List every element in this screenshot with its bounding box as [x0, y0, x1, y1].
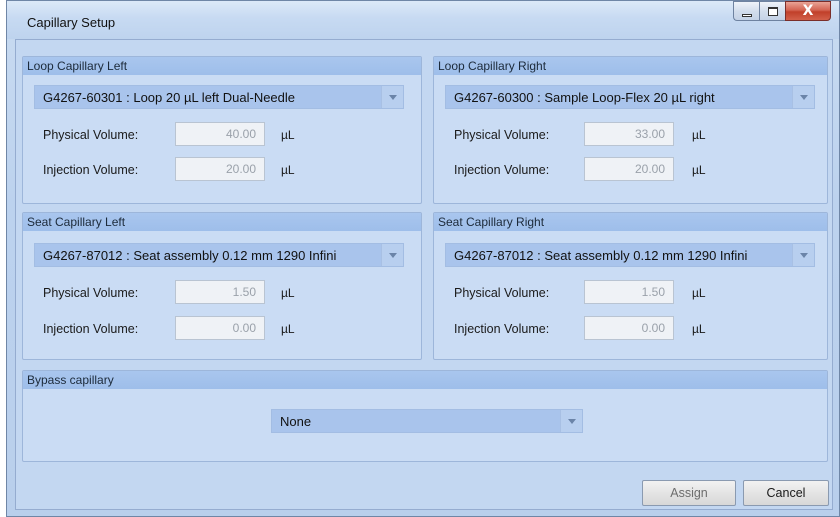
physical-volume-label: Physical Volume:	[454, 286, 550, 300]
combo-value: G4267-60300 : Sample Loop-Flex 20 µL rig…	[454, 89, 715, 105]
unit-label: µL	[281, 128, 295, 142]
close-button[interactable]: X	[785, 1, 831, 21]
unit-label: µL	[692, 286, 706, 300]
unit-label: µL	[692, 322, 706, 336]
physical-volume-field: 1.50	[175, 280, 265, 304]
injection-volume-label: Injection Volume:	[43, 163, 139, 177]
dropdown-arrow-icon[interactable]	[381, 86, 403, 108]
capillary-setup-dialog: Capillary Setup X Loop Capillary Left G4…	[6, 0, 840, 517]
dropdown-arrow-icon[interactable]	[381, 244, 403, 266]
group-header: Seat Capillary Left	[23, 213, 421, 231]
dropdown-arrow-icon[interactable]	[792, 86, 814, 108]
physical-volume-label: Physical Volume:	[454, 128, 550, 142]
close-icon: X	[802, 3, 814, 19]
loop-left-select[interactable]: G4267-60301 : Loop 20 µL left Dual-Needl…	[34, 85, 404, 109]
bypass-capillary-group: Bypass capillary None	[22, 370, 828, 462]
dropdown-arrow-icon[interactable]	[560, 410, 582, 432]
injection-volume-field: 0.00	[175, 316, 265, 340]
combo-value: G4267-60301 : Loop 20 µL left Dual-Needl…	[43, 89, 296, 105]
injection-volume-label: Injection Volume:	[43, 322, 139, 336]
injection-volume-field: 0.00	[584, 316, 674, 340]
unit-label: µL	[281, 286, 295, 300]
physical-volume-field: 1.50	[584, 280, 674, 304]
unit-label: µL	[281, 322, 295, 336]
assign-button[interactable]: Assign	[642, 480, 736, 506]
maximize-icon	[767, 6, 778, 16]
cancel-button[interactable]: Cancel	[743, 480, 829, 506]
combo-value: G4267-87012 : Seat assembly 0.12 mm 1290…	[43, 247, 337, 263]
title-bar[interactable]: Capillary Setup X	[7, 1, 839, 39]
seat-left-select[interactable]: G4267-87012 : Seat assembly 0.12 mm 1290…	[34, 243, 404, 267]
injection-volume-field: 20.00	[584, 157, 674, 181]
unit-label: µL	[692, 163, 706, 177]
group-header: Seat Capillary Right	[434, 213, 827, 231]
loop-right-select[interactable]: G4267-60300 : Sample Loop-Flex 20 µL rig…	[445, 85, 815, 109]
unit-label: µL	[692, 128, 706, 142]
seat-right-select[interactable]: G4267-87012 : Seat assembly 0.12 mm 1290…	[445, 243, 815, 267]
maximize-button[interactable]	[759, 1, 785, 21]
physical-volume-field: 33.00	[584, 122, 674, 146]
combo-value: None	[280, 413, 312, 429]
window-title: Capillary Setup	[27, 15, 116, 30]
group-header: Loop Capillary Right	[434, 57, 827, 75]
minimize-button[interactable]	[733, 1, 759, 21]
bypass-select[interactable]: None	[271, 409, 583, 433]
minimize-icon	[741, 13, 752, 17]
group-header: Bypass capillary	[23, 371, 827, 389]
physical-volume-label: Physical Volume:	[43, 286, 139, 300]
loop-capillary-left-group: Loop Capillary Left G4267-60301 : Loop 2…	[22, 56, 422, 204]
injection-volume-field: 20.00	[175, 157, 265, 181]
seat-capillary-right-group: Seat Capillary Right G4267-87012 : Seat …	[433, 212, 828, 360]
dropdown-arrow-icon[interactable]	[792, 244, 814, 266]
unit-label: µL	[281, 163, 295, 177]
physical-volume-label: Physical Volume:	[43, 128, 139, 142]
seat-capillary-left-group: Seat Capillary Left G4267-87012 : Seat a…	[22, 212, 422, 360]
dialog-body: Loop Capillary Left G4267-60301 : Loop 2…	[15, 39, 833, 510]
injection-volume-label: Injection Volume:	[454, 163, 550, 177]
window-controls: X	[733, 1, 831, 21]
injection-volume-label: Injection Volume:	[454, 322, 550, 336]
combo-value: G4267-87012 : Seat assembly 0.12 mm 1290…	[454, 247, 748, 263]
physical-volume-field: 40.00	[175, 122, 265, 146]
group-header: Loop Capillary Left	[23, 57, 421, 75]
loop-capillary-right-group: Loop Capillary Right G4267-60300 : Sampl…	[433, 56, 828, 204]
